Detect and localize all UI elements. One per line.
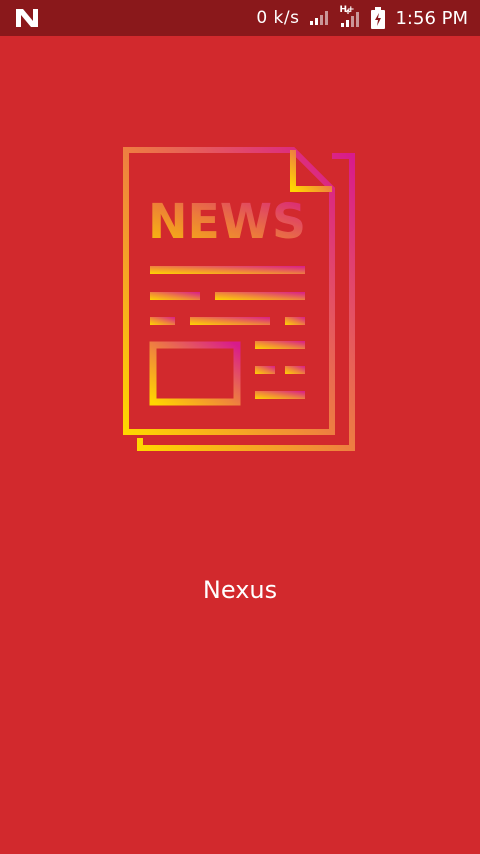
cellular-signal-icon — [310, 11, 329, 25]
network-speed: 0 k/s — [256, 8, 300, 28]
newspaper-icon: NEWS — [123, 147, 355, 451]
status-time: 1:56 PM — [395, 7, 468, 29]
battery-charging-icon — [371, 7, 386, 29]
app-name: Nexus — [202, 576, 278, 604]
network-type-indicator: H+ — [339, 5, 361, 28]
cellular-signal-icon — [341, 9, 360, 27]
splash-screen: NEWS Nexus — [0, 36, 480, 854]
status-indicators: 0 k/s H+ 1:56 PM — [256, 0, 468, 36]
logo-text: NEWS — [148, 194, 306, 250]
n-logo-icon — [16, 9, 38, 27]
status-bar: 0 k/s H+ 1:56 PM — [0, 0, 480, 36]
